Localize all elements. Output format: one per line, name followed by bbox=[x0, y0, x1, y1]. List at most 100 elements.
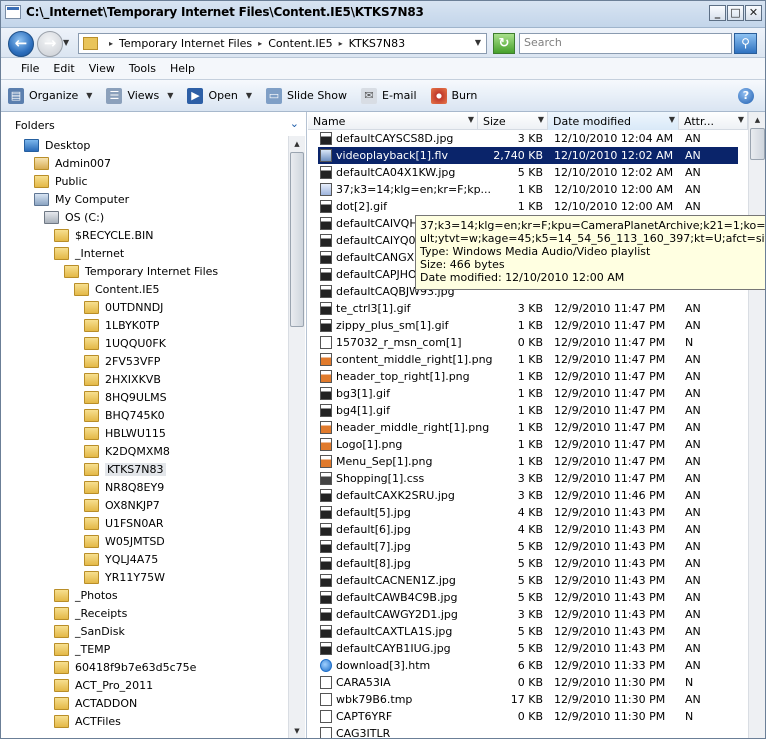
tree-item[interactable]: _Receipts bbox=[54, 604, 127, 622]
menu-file[interactable]: File bbox=[14, 58, 46, 79]
back-button[interactable]: ← bbox=[8, 31, 34, 57]
tree-item[interactable]: 60418f9b7e63d5c75e bbox=[54, 658, 196, 676]
file-row[interactable]: 157032_r_msn_com[1] 0 KB 12/9/2010 11:47 P… bbox=[318, 334, 738, 351]
scrollbar-thumb[interactable] bbox=[290, 152, 304, 327]
views-button[interactable]: ☰ Views ▼ bbox=[106, 87, 173, 104]
file-row[interactable]: defaultCAXK2SRU.jpg 3 KB 12/9/2010 11:46 P… bbox=[318, 487, 738, 504]
open-button[interactable]: ▶ Open ▼ bbox=[187, 87, 252, 104]
menu-tools[interactable]: Tools bbox=[122, 58, 163, 79]
tree-item[interactable]: KTKS7N83 bbox=[84, 460, 166, 478]
breadcrumb-item[interactable]: Temporary Internet Files bbox=[119, 37, 252, 50]
tree-item[interactable]: HBLWU115 bbox=[84, 424, 166, 442]
tree-item[interactable]: YR11Y75W bbox=[84, 568, 165, 586]
tree-item[interactable]: Admin007 bbox=[34, 154, 111, 172]
file-row[interactable]: Logo[1].png 1 KB 12/9/2010 11:47 PM AN bbox=[318, 436, 738, 453]
file-row[interactable]: dot[2].gif 1 KB 12/10/2010 12:00 AM AN bbox=[318, 198, 738, 215]
tree-item[interactable]: Content.IE5 bbox=[74, 280, 159, 298]
file-row[interactable]: videoplayback[1].flv 2,740 KB 12/10/2010 1… bbox=[318, 147, 738, 164]
file-row[interactable]: defaultCAYB1IUG.jpg 5 KB 12/9/2010 11:43 P… bbox=[318, 640, 738, 657]
tree-item[interactable]: 1UQQU0FK bbox=[84, 334, 166, 352]
scrollbar-thumb[interactable] bbox=[750, 128, 765, 160]
breadcrumb-item[interactable]: Content.IE5 bbox=[268, 37, 332, 50]
forward-button[interactable]: → bbox=[37, 31, 63, 57]
tree-item[interactable]: $RECYCLE.BIN bbox=[54, 226, 153, 244]
file-row[interactable]: defaultCA04X1KW.jpg 5 KB 12/10/2010 12:02 … bbox=[318, 164, 738, 181]
file-row[interactable]: content_middle_right[1].png 1 KB 12/9/2010… bbox=[318, 351, 738, 368]
chevron-down-icon[interactable]: ▼ bbox=[738, 115, 744, 124]
file-row[interactable]: header_top_right[1].png 1 KB 12/9/2010 11:… bbox=[318, 368, 738, 385]
tree-item[interactable]: ACTFiles bbox=[54, 712, 121, 730]
slide-show-button[interactable]: ▭ Slide Show bbox=[265, 87, 347, 104]
tree-item[interactable]: _Internet bbox=[54, 244, 124, 262]
tree-item[interactable]: _TEMP bbox=[54, 640, 110, 658]
tree-item[interactable]: YQLJ4A75 bbox=[84, 550, 158, 568]
menu-edit[interactable]: Edit bbox=[46, 58, 81, 79]
tree-item[interactable]: NR8Q8EY9 bbox=[84, 478, 164, 496]
file-row[interactable]: zippy_plus_sm[1].gif 1 KB 12/9/2010 11:47 … bbox=[318, 317, 738, 334]
search-icon[interactable]: ⚲ bbox=[734, 33, 757, 54]
file-row[interactable]: te_ctrl3[1].gif 3 KB 12/9/2010 11:47 PM AN bbox=[318, 300, 738, 317]
recent-pages-dropdown-icon[interactable]: ▼ bbox=[63, 38, 69, 47]
column-header-size[interactable]: Size ▼ bbox=[478, 112, 548, 130]
navigation-scrollbar[interactable]: ▲ ▼ bbox=[288, 136, 305, 739]
tree-item[interactable]: 8HQ9ULMS bbox=[84, 388, 167, 406]
file-row[interactable]: default[8].jpg 5 KB 12/9/2010 11:43 PM AN bbox=[318, 555, 738, 572]
menu-view[interactable]: View bbox=[82, 58, 122, 79]
chevron-down-icon[interactable]: ⌄ bbox=[290, 117, 299, 130]
maximize-button[interactable]: □ bbox=[727, 5, 744, 21]
column-header-name[interactable]: Name ▼ bbox=[308, 112, 478, 130]
file-row[interactable]: defaultCACNEN1Z.jpg 5 KB 12/9/2010 11:43 P… bbox=[318, 572, 738, 589]
address-box[interactable]: ▸ Temporary Internet Files ▸ Content.IE5… bbox=[78, 33, 487, 54]
refresh-button[interactable]: ↻ bbox=[493, 33, 515, 54]
file-row[interactable]: default[5].jpg 4 KB 12/9/2010 11:43 PM AN bbox=[318, 504, 738, 521]
close-button[interactable]: ✕ bbox=[745, 5, 762, 21]
file-row[interactable]: bg3[1].gif 1 KB 12/9/2010 11:47 PM AN bbox=[318, 385, 738, 402]
file-row[interactable]: defaultCAXTLA1S.jpg 5 KB 12/9/2010 11:43 P… bbox=[318, 623, 738, 640]
file-row[interactable]: defaultCAWB4C9B.jpg 5 KB 12/9/2010 11:43 P… bbox=[318, 589, 738, 606]
file-row[interactable]: CARA53IA 0 KB 12/9/2010 11:30 PM N bbox=[318, 674, 738, 691]
breadcrumb-separator-icon[interactable]: ▸ bbox=[109, 37, 113, 50]
file-row[interactable]: wbk79B6.tmp 17 KB 12/9/2010 11:30 PM AN bbox=[318, 691, 738, 708]
file-row[interactable]: default[6].jpg 4 KB 12/9/2010 11:43 PM AN bbox=[318, 521, 738, 538]
help-icon[interactable]: ? bbox=[738, 88, 754, 104]
tree-item[interactable]: K2DQMXM8 bbox=[84, 442, 170, 460]
organize-button[interactable]: ▤ Organize ▼ bbox=[8, 87, 92, 104]
scroll-up-icon[interactable]: ▲ bbox=[749, 112, 766, 128]
file-row[interactable]: Shopping[1].css 3 KB 12/9/2010 11:47 PM AN bbox=[318, 470, 738, 487]
file-row[interactable]: CAG3ITLR bbox=[318, 725, 738, 739]
minimize-button[interactable]: _ bbox=[709, 5, 726, 21]
file-row[interactable]: bg4[1].gif 1 KB 12/9/2010 11:47 PM AN bbox=[318, 402, 738, 419]
file-row[interactable]: Menu_Sep[1].png 1 KB 12/9/2010 11:47 PM AN bbox=[318, 453, 738, 470]
tree-item[interactable]: _SanDisk bbox=[54, 622, 125, 640]
tree-item[interactable]: ACTADDON bbox=[54, 694, 137, 712]
folders-header[interactable]: Folders ⌄ bbox=[0, 112, 306, 138]
tree-item[interactable]: Public bbox=[34, 172, 88, 190]
file-list-scrollbar[interactable]: ▲ bbox=[748, 112, 766, 739]
file-row[interactable]: 37;k3=14;klg=en;kr=F;kp... 1 KB 12/10/2010… bbox=[318, 181, 738, 198]
tree-item[interactable]: 0UTDNNDJ bbox=[84, 298, 163, 316]
file-row[interactable]: defaultCAWGY2D1.jpg 3 KB 12/9/2010 11:43 P… bbox=[318, 606, 738, 623]
scroll-up-icon[interactable]: ▲ bbox=[289, 136, 305, 152]
sort-descending-icon[interactable]: ▼ bbox=[669, 115, 675, 124]
tree-item[interactable]: OX8NKJP7 bbox=[84, 496, 160, 514]
burn-button[interactable]: Burn bbox=[430, 87, 477, 104]
column-header-attributes[interactable]: Attr... ▼ bbox=[679, 112, 748, 130]
tree-item[interactable]: OS (C:) bbox=[44, 208, 104, 226]
file-row[interactable]: defaultCAYSCS8D.jpg 3 KB 12/10/2010 12:04 … bbox=[318, 130, 738, 147]
tree-item[interactable]: ACT_Pro_2011 bbox=[54, 676, 153, 694]
tree-item[interactable]: 1LBYK0TP bbox=[84, 316, 159, 334]
chevron-down-icon[interactable]: ▼ bbox=[538, 115, 544, 124]
file-row[interactable]: CAPT6YRF 0 KB 12/9/2010 11:30 PM N bbox=[318, 708, 738, 725]
tree-item[interactable]: W05JMTSD bbox=[84, 532, 165, 550]
file-row[interactable]: download[3].htm 6 KB 12/9/2010 11:33 PM AN bbox=[318, 657, 738, 674]
file-row[interactable]: header_middle_right[1].png 1 KB 12/9/2010 … bbox=[318, 419, 738, 436]
chevron-down-icon[interactable]: ▼ bbox=[468, 115, 474, 124]
address-dropdown-icon[interactable]: ▼ bbox=[475, 38, 481, 47]
tree-item[interactable]: _Photos bbox=[54, 586, 118, 604]
file-row[interactable]: default[7].jpg 5 KB 12/9/2010 11:43 PM AN bbox=[318, 538, 738, 555]
email-button[interactable]: ✉ E-mail bbox=[361, 87, 417, 104]
breadcrumb-separator-icon[interactable]: ▸ bbox=[258, 37, 262, 50]
tree-item[interactable]: U1FSN0AR bbox=[84, 514, 164, 532]
tree-item[interactable]: Desktop bbox=[24, 136, 90, 154]
column-header-date-modified[interactable]: Date modified ▼ bbox=[548, 112, 679, 130]
